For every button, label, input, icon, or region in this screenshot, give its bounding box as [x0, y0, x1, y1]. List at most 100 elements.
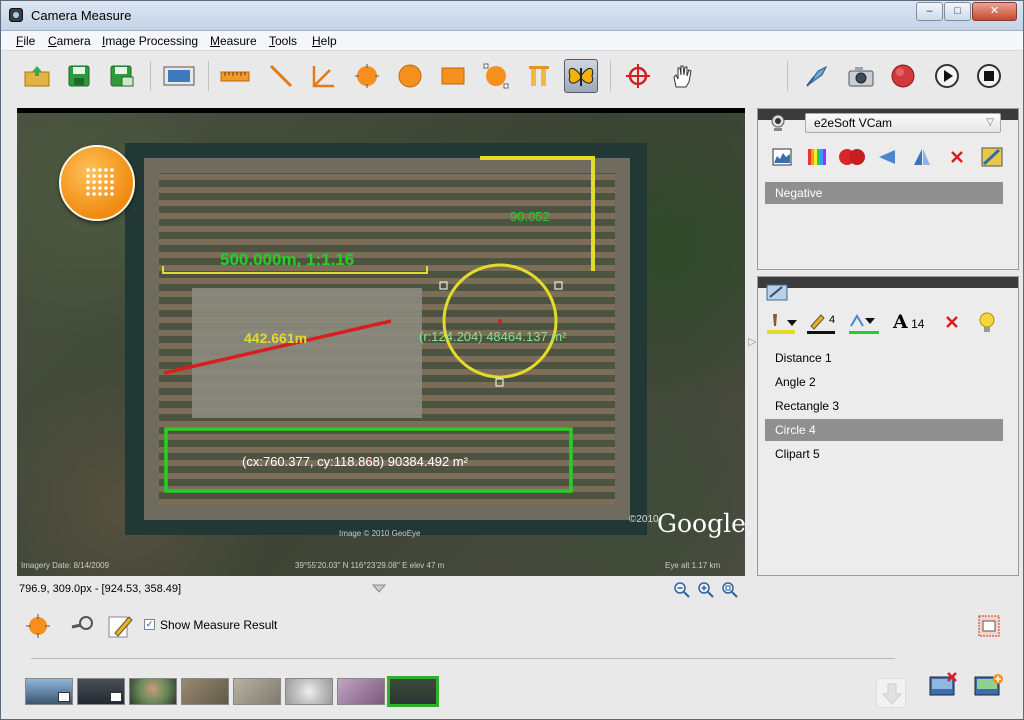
export-image-icon[interactable]	[976, 613, 1002, 639]
app-icon	[9, 8, 23, 22]
chevron-down-icon: ▽	[986, 117, 994, 128]
maximize-button[interactable]: □	[944, 2, 971, 21]
thumbnail[interactable]	[233, 678, 281, 705]
save-as-icon[interactable]	[105, 59, 139, 93]
filter-toolbar	[764, 145, 1014, 169]
delete-image-icon[interactable]	[928, 671, 960, 697]
collapse-chevron-icon[interactable]	[371, 583, 387, 593]
circle-icon[interactable]	[393, 59, 427, 93]
show-measure-checkbox[interactable]: ✓	[144, 619, 155, 630]
capture-frame-icon[interactable]	[162, 59, 196, 93]
font-icon: A	[893, 311, 908, 333]
thumbnail-selected[interactable]	[387, 676, 439, 707]
record-icon[interactable]	[886, 59, 920, 93]
magnifier-icon[interactable]	[69, 613, 95, 639]
zoom-in-icon[interactable]	[697, 581, 715, 599]
camera-icon[interactable]	[844, 59, 878, 93]
satellite-image: 500.000m, 1:1.16 90.052 442.661m (r:124.…	[17, 113, 745, 576]
font-size-value: 14	[911, 317, 925, 331]
thumbnail[interactable]	[181, 678, 229, 705]
zoom-fit-icon[interactable]	[721, 581, 739, 599]
flip-vertical-icon[interactable]	[904, 145, 939, 169]
camera-select-value: e2eSoft VCam	[814, 116, 893, 130]
color-bars-icon[interactable]	[799, 145, 834, 169]
menu-file[interactable]: File	[16, 34, 35, 48]
flip-horizontal-icon[interactable]	[869, 145, 904, 169]
edit-pencil-icon[interactable]	[107, 613, 133, 639]
play-icon[interactable]	[930, 59, 964, 93]
line-color-button[interactable]	[847, 312, 887, 336]
measure-item[interactable]: Angle 2	[765, 371, 1003, 393]
film-icon	[110, 692, 122, 702]
applied-filter-item[interactable]: Negative	[765, 182, 1003, 204]
angle-icon[interactable]	[306, 59, 340, 93]
distance-label: 442.661m	[244, 330, 308, 346]
rectangle-icon[interactable]	[436, 59, 470, 93]
menu-help[interactable]: Help	[312, 34, 337, 48]
menu-image-processing[interactable]: Image Processing	[102, 34, 198, 48]
title-bar: Camera Measure – □ ✕	[1, 1, 1023, 31]
line-width-button[interactable]: 4	[805, 312, 841, 336]
thumbnail[interactable]	[337, 678, 385, 705]
thumbnail[interactable]	[25, 678, 73, 705]
orange-point-icon[interactable]	[25, 613, 51, 639]
minimize-button[interactable]: –	[916, 2, 943, 21]
webcam-icon	[768, 113, 788, 133]
open-icon[interactable]	[20, 59, 54, 93]
circle-center	[498, 319, 502, 323]
thumbnail[interactable]	[129, 678, 177, 705]
film-icon	[58, 692, 70, 702]
measure-item[interactable]: Rectangle 3	[765, 395, 1003, 417]
camera-panel: e2eSoft VCam ▽ Negative	[757, 108, 1019, 270]
scale-label: 500.000m, 1:1.16	[220, 250, 355, 269]
lightbulb-icon[interactable]	[976, 311, 998, 335]
thumbnail[interactable]	[77, 678, 125, 705]
calibrate-icon[interactable]	[800, 59, 834, 93]
columns-icon[interactable]	[522, 59, 556, 93]
measure-panel: 4 A 14 Distance 1 Angle 2 Rectangle 3 Ci…	[757, 276, 1019, 576]
menu-camera[interactable]: Camera	[48, 34, 91, 48]
point-circle-icon[interactable]	[350, 59, 384, 93]
map-coordinates: 39°55'20.03" N 116°23'29.08" E elev 47 m	[295, 561, 445, 570]
cursor-position: 796.9, 309.0px - [924.53, 358.49]	[19, 583, 182, 595]
fill-color-button[interactable]	[765, 312, 801, 336]
grid-dots-icon	[85, 167, 115, 197]
angle-value: 90.052	[510, 209, 550, 224]
download-arrow-icon[interactable]	[876, 678, 906, 708]
histogram-icon[interactable]	[764, 145, 799, 169]
stop-icon[interactable]	[972, 59, 1006, 93]
delete-measure-icon[interactable]	[945, 315, 961, 331]
measure-panel-icon	[766, 283, 788, 301]
image-viewport[interactable]: 500.000m, 1:1.16 90.052 442.661m (r:124.…	[17, 108, 745, 576]
measure-item-selected[interactable]: Circle 4	[765, 419, 1003, 441]
menu-tools[interactable]: Tools	[269, 34, 297, 48]
red-balls-icon[interactable]	[834, 145, 869, 169]
circle-label: (r:124.204) 48464.137 m²	[419, 329, 567, 344]
crosshair-icon[interactable]	[621, 59, 655, 93]
line-width-value: 4	[829, 314, 836, 326]
menu-measure[interactable]: Measure	[210, 34, 257, 48]
line-icon[interactable]	[264, 59, 298, 93]
save-icon[interactable]	[62, 59, 96, 93]
menu-bar: File Camera Image Processing Measure Too…	[1, 31, 1023, 51]
panel-expander-icon[interactable]: ▷	[748, 335, 756, 348]
camera-select[interactable]: e2eSoft VCam ▽	[805, 113, 1001, 133]
zoom-out-icon[interactable]	[673, 581, 691, 599]
ellipse-icon[interactable]	[479, 59, 513, 93]
close-button[interactable]: ✕	[972, 2, 1017, 21]
hand-icon[interactable]	[665, 59, 699, 93]
add-image-icon[interactable]	[973, 671, 1005, 697]
floating-menu-button[interactable]	[59, 145, 135, 221]
measure-item[interactable]: Clipart 5	[765, 443, 1003, 465]
ruler-icon[interactable]	[218, 59, 252, 93]
font-size-button[interactable]: A 14	[893, 311, 933, 335]
window-title: Camera Measure	[31, 8, 132, 23]
remove-icon[interactable]	[939, 145, 974, 169]
google-logo: Google	[657, 509, 745, 538]
measure-item[interactable]: Distance 1	[765, 347, 1003, 369]
eye-altitude: Eye alt 1.17 km	[665, 561, 721, 570]
image-adjust-icon[interactable]	[974, 145, 1009, 169]
butterfly-icon[interactable]	[564, 59, 598, 93]
circle-handle	[495, 378, 504, 387]
thumbnail[interactable]	[285, 678, 333, 705]
